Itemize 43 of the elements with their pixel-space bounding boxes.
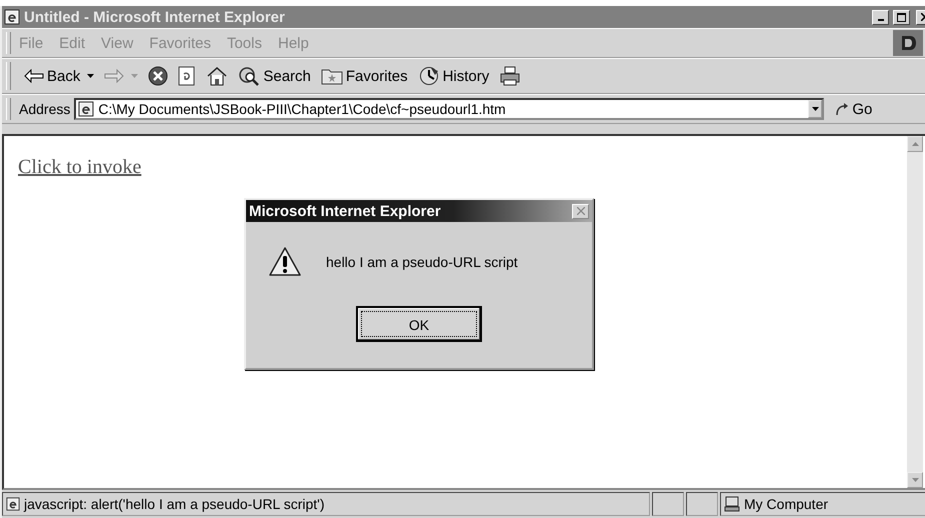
page-icon xyxy=(4,9,20,25)
stop-icon xyxy=(148,66,168,86)
home-icon xyxy=(206,66,228,86)
refresh-icon xyxy=(178,66,196,86)
address-label: Address xyxy=(19,101,70,117)
dialog-message: hello I am a pseudo-URL script xyxy=(326,254,518,270)
printer-icon xyxy=(499,66,522,86)
page-icon xyxy=(6,497,20,511)
right-arrow-icon xyxy=(104,69,124,83)
go-button[interactable]: Go xyxy=(830,98,878,120)
curved-arrow-icon xyxy=(835,102,850,116)
close-icon xyxy=(576,207,584,215)
caret-icon xyxy=(131,74,138,78)
address-field[interactable]: C:\My Documents\JSBook-PIII\Chapter1\Code\cf~pseudourl1.htm xyxy=(74,98,824,120)
maximize-button[interactable] xyxy=(893,10,910,24)
status-pane xyxy=(686,492,718,516)
minimize-button[interactable] xyxy=(872,10,889,24)
up-arrow-icon xyxy=(912,142,918,146)
folder-star-icon xyxy=(320,67,343,85)
dropdown-button[interactable] xyxy=(808,100,822,118)
ok-button[interactable]: OK xyxy=(356,306,482,342)
maximize-icon xyxy=(897,12,906,22)
favorites-button[interactable]: Favorites xyxy=(316,65,413,87)
warning-icon xyxy=(268,246,302,278)
logo xyxy=(893,30,923,56)
down-arrow-icon xyxy=(912,478,918,482)
window-title: Untitled - Microsoft Internet Explorer xyxy=(24,8,285,26)
scrollbar[interactable] xyxy=(907,136,923,488)
link[interactable]: Click to invoke xyxy=(18,156,142,178)
status-text: javascript: alert('hello I am a pseudo-URL script') xyxy=(24,496,324,512)
caret-icon xyxy=(812,107,819,111)
dialog-title: Microsoft Internet Explorer xyxy=(249,202,441,220)
caret-icon xyxy=(87,74,94,78)
page-icon xyxy=(78,101,94,117)
computer-icon xyxy=(724,496,740,512)
clock-icon xyxy=(418,66,440,86)
zone-status: My Computer xyxy=(744,496,828,512)
search-icon xyxy=(238,66,260,86)
back-button[interactable]: Back xyxy=(19,66,100,86)
search-button[interactable]: Search xyxy=(233,64,316,88)
left-arrow-icon xyxy=(24,69,44,83)
status-pane xyxy=(652,492,684,516)
history-button[interactable]: History xyxy=(412,64,494,88)
